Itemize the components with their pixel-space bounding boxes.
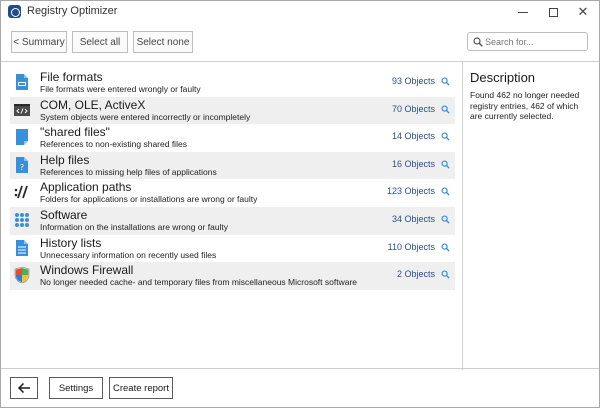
code-window-icon bbox=[14, 103, 30, 116]
item-title: "shared files" bbox=[40, 125, 110, 140]
file-format-icon bbox=[16, 74, 28, 90]
minimize-button[interactable] bbox=[506, 1, 540, 23]
search-icon bbox=[473, 37, 483, 47]
settings-button[interactable]: Settings bbox=[49, 377, 103, 399]
item-description: File formats were entered wrongly or fau… bbox=[40, 84, 201, 94]
magnifier-icon[interactable] bbox=[441, 215, 450, 224]
select-none-button[interactable]: Select none bbox=[133, 31, 193, 53]
list-item[interactable]: ? Help files References to missing help … bbox=[10, 151, 455, 180]
main-area: File formats File formats were entered w… bbox=[1, 61, 599, 370]
create-report-button[interactable]: Create report bbox=[109, 377, 173, 399]
item-title: Application paths bbox=[40, 180, 132, 195]
item-title: Windows Firewall bbox=[40, 263, 134, 278]
item-description: References to missing help files of appl… bbox=[40, 166, 217, 177]
maximize-icon bbox=[548, 7, 558, 17]
item-object-count[interactable]: 34 Objects bbox=[392, 214, 435, 224]
description-title: Description bbox=[470, 70, 536, 85]
list-item[interactable]: Windows Firewall No longer needed cache-… bbox=[10, 262, 455, 290]
list-item[interactable]: "shared files" References to non-existin… bbox=[10, 124, 455, 152]
item-description: Unnecessary information on recently used… bbox=[40, 249, 217, 260]
description-text: Found 462 no longer needed registry entr… bbox=[470, 90, 580, 121]
summary-button[interactable]: < Summary bbox=[11, 31, 67, 53]
arrow-left-icon bbox=[17, 382, 30, 394]
item-title: History lists bbox=[40, 235, 102, 250]
item-title: Software bbox=[40, 207, 88, 222]
item-description: References to non-existing shared files bbox=[40, 139, 187, 150]
close-icon: ✕ bbox=[577, 4, 589, 19]
list-item[interactable]: Application paths Folders for applicatio… bbox=[10, 179, 455, 207]
item-object-count[interactable]: 2 Objects bbox=[397, 269, 435, 279]
magnifier-icon[interactable] bbox=[441, 187, 450, 196]
item-description: Folders for applications or installation… bbox=[40, 194, 258, 205]
toolbar: < Summary Select all Select none bbox=[1, 23, 599, 61]
search-input[interactable] bbox=[485, 35, 585, 49]
bottom-bar: Settings Create report bbox=[1, 369, 599, 407]
item-object-count[interactable]: 16 Objects bbox=[392, 159, 435, 169]
list-item[interactable]: Software Information on the installation… bbox=[10, 206, 455, 235]
item-description: Information on the installations are wro… bbox=[40, 221, 229, 232]
magnifier-icon[interactable] bbox=[441, 270, 450, 279]
magnifier-icon[interactable] bbox=[441, 243, 450, 252]
list-item[interactable]: File formats File formats were entered w… bbox=[10, 69, 455, 97]
maximize-button[interactable] bbox=[536, 1, 570, 23]
svg-text:?: ? bbox=[20, 163, 24, 172]
search-box[interactable] bbox=[467, 32, 588, 51]
item-object-count[interactable]: 123 Objects bbox=[387, 186, 435, 196]
item-title: File formats bbox=[40, 70, 103, 84]
path-slashes-icon bbox=[14, 186, 28, 199]
app-logo-icon bbox=[8, 5, 21, 18]
description-panel: Description Found 462 no longer needed r… bbox=[463, 62, 599, 370]
category-list: File formats File formats were entered w… bbox=[10, 69, 455, 290]
item-description: System objects were entered incorrectly … bbox=[40, 111, 251, 122]
shared-file-icon bbox=[16, 129, 28, 146]
firewall-shield-icon bbox=[14, 266, 30, 284]
item-description: No longer needed cache- and temporary fi… bbox=[40, 277, 358, 288]
magnifier-icon[interactable] bbox=[441, 160, 450, 169]
magnifier-icon[interactable] bbox=[441, 132, 450, 141]
back-button[interactable] bbox=[10, 377, 38, 399]
item-object-count[interactable]: 93 Objects bbox=[392, 76, 435, 86]
close-button[interactable]: ✕ bbox=[566, 1, 600, 23]
window-title: Registry Optimizer bbox=[27, 5, 118, 17]
magnifier-icon[interactable] bbox=[441, 77, 450, 86]
registry-optimizer-window: Registry Optimizer ✕ < Summary Select al… bbox=[0, 0, 600, 408]
select-all-button[interactable]: Select all bbox=[72, 31, 128, 53]
minimize-icon bbox=[518, 11, 528, 13]
list-item[interactable]: History lists Unnecessary information on… bbox=[10, 235, 455, 263]
magnifier-icon[interactable] bbox=[441, 105, 450, 114]
item-object-count[interactable]: 70 Objects bbox=[392, 104, 435, 114]
item-object-count[interactable]: 110 Objects bbox=[388, 242, 435, 252]
title-bar: Registry Optimizer ✕ bbox=[1, 1, 599, 23]
help-file-icon: ? bbox=[16, 156, 28, 173]
history-list-icon bbox=[16, 239, 28, 256]
app-grid-icon bbox=[15, 212, 29, 227]
list-item[interactable]: COM, OLE, ActiveX System objects were en… bbox=[10, 96, 455, 125]
item-title: COM, OLE, ActiveX bbox=[40, 97, 146, 112]
item-object-count[interactable]: 14 Objects bbox=[392, 131, 435, 141]
item-title: Help files bbox=[40, 152, 90, 167]
